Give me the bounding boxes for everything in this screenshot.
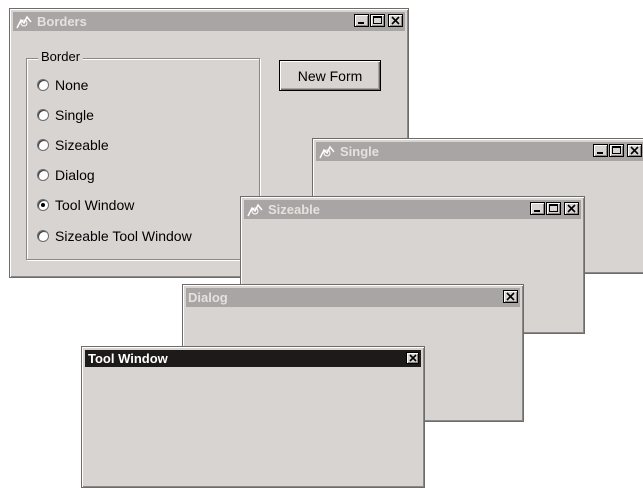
- vb-form-icon[interactable]: [318, 144, 336, 160]
- close-icon: [567, 204, 576, 213]
- groupbox-label: Border: [38, 49, 84, 64]
- minimize-button[interactable]: [530, 202, 545, 215]
- close-button[interactable]: [406, 352, 419, 364]
- minimize-icon: [357, 16, 366, 25]
- maximize-icon: [612, 146, 621, 155]
- tool-window-titlebar[interactable]: Tool Window: [85, 350, 421, 367]
- radio-circle[interactable]: [37, 109, 49, 121]
- window-title: Borders: [37, 14, 87, 29]
- radio-label: Tool Window: [55, 197, 135, 213]
- maximize-icon: [549, 204, 558, 213]
- close-button[interactable]: [564, 202, 579, 215]
- sizeable-titlebar[interactable]: Sizeable: [244, 200, 581, 219]
- minimize-icon: [533, 204, 542, 213]
- vb-form-icon[interactable]: [15, 14, 33, 30]
- maximize-button[interactable]: [546, 202, 561, 215]
- vb-form-icon[interactable]: [246, 202, 264, 218]
- close-icon: [408, 354, 417, 362]
- radio-tool-window[interactable]: Tool Window: [37, 197, 134, 213]
- close-icon: [391, 16, 400, 25]
- close-button[interactable]: [388, 14, 403, 27]
- close-button[interactable]: [503, 290, 518, 303]
- single-titlebar[interactable]: Single: [316, 142, 643, 161]
- radio-dialog[interactable]: Dialog: [37, 167, 95, 183]
- radio-label: None: [55, 77, 89, 93]
- new-form-button[interactable]: New Form: [279, 60, 381, 91]
- borders-titlebar[interactable]: Borders: [13, 12, 405, 31]
- maximize-icon: [373, 16, 382, 25]
- maximize-button[interactable]: [370, 14, 385, 27]
- close-button[interactable]: [627, 144, 642, 157]
- radio-dot: [41, 203, 45, 207]
- radio-none[interactable]: None: [37, 77, 88, 93]
- minimize-button[interactable]: [593, 144, 608, 157]
- radio-circle[interactable]: [37, 139, 49, 151]
- window-title: Tool Window: [88, 351, 168, 366]
- minimize-icon: [596, 146, 605, 155]
- radio-label: Sizeable Tool Window: [55, 228, 192, 244]
- radio-circle[interactable]: [37, 79, 49, 91]
- maximize-button[interactable]: [609, 144, 624, 157]
- tool-window: Tool Window: [81, 346, 425, 488]
- radio-sizeable[interactable]: Sizeable: [37, 137, 109, 153]
- radio-label: Dialog: [55, 167, 95, 183]
- minimize-button[interactable]: [354, 14, 369, 27]
- radio-single[interactable]: Single: [37, 107, 94, 123]
- window-title: Single: [340, 144, 380, 159]
- dialog-titlebar[interactable]: Dialog: [186, 288, 520, 307]
- radio-sizeable-tool-window[interactable]: Sizeable Tool Window: [37, 228, 192, 244]
- radio-circle[interactable]: [37, 169, 49, 181]
- window-title: Sizeable: [268, 202, 321, 217]
- window-title: Dialog: [188, 290, 228, 305]
- radio-label: Single: [55, 107, 94, 123]
- close-icon: [630, 146, 639, 155]
- close-icon: [506, 292, 515, 301]
- radio-circle-selected[interactable]: [37, 199, 49, 211]
- radio-label: Sizeable: [55, 137, 109, 153]
- radio-circle[interactable]: [37, 230, 49, 242]
